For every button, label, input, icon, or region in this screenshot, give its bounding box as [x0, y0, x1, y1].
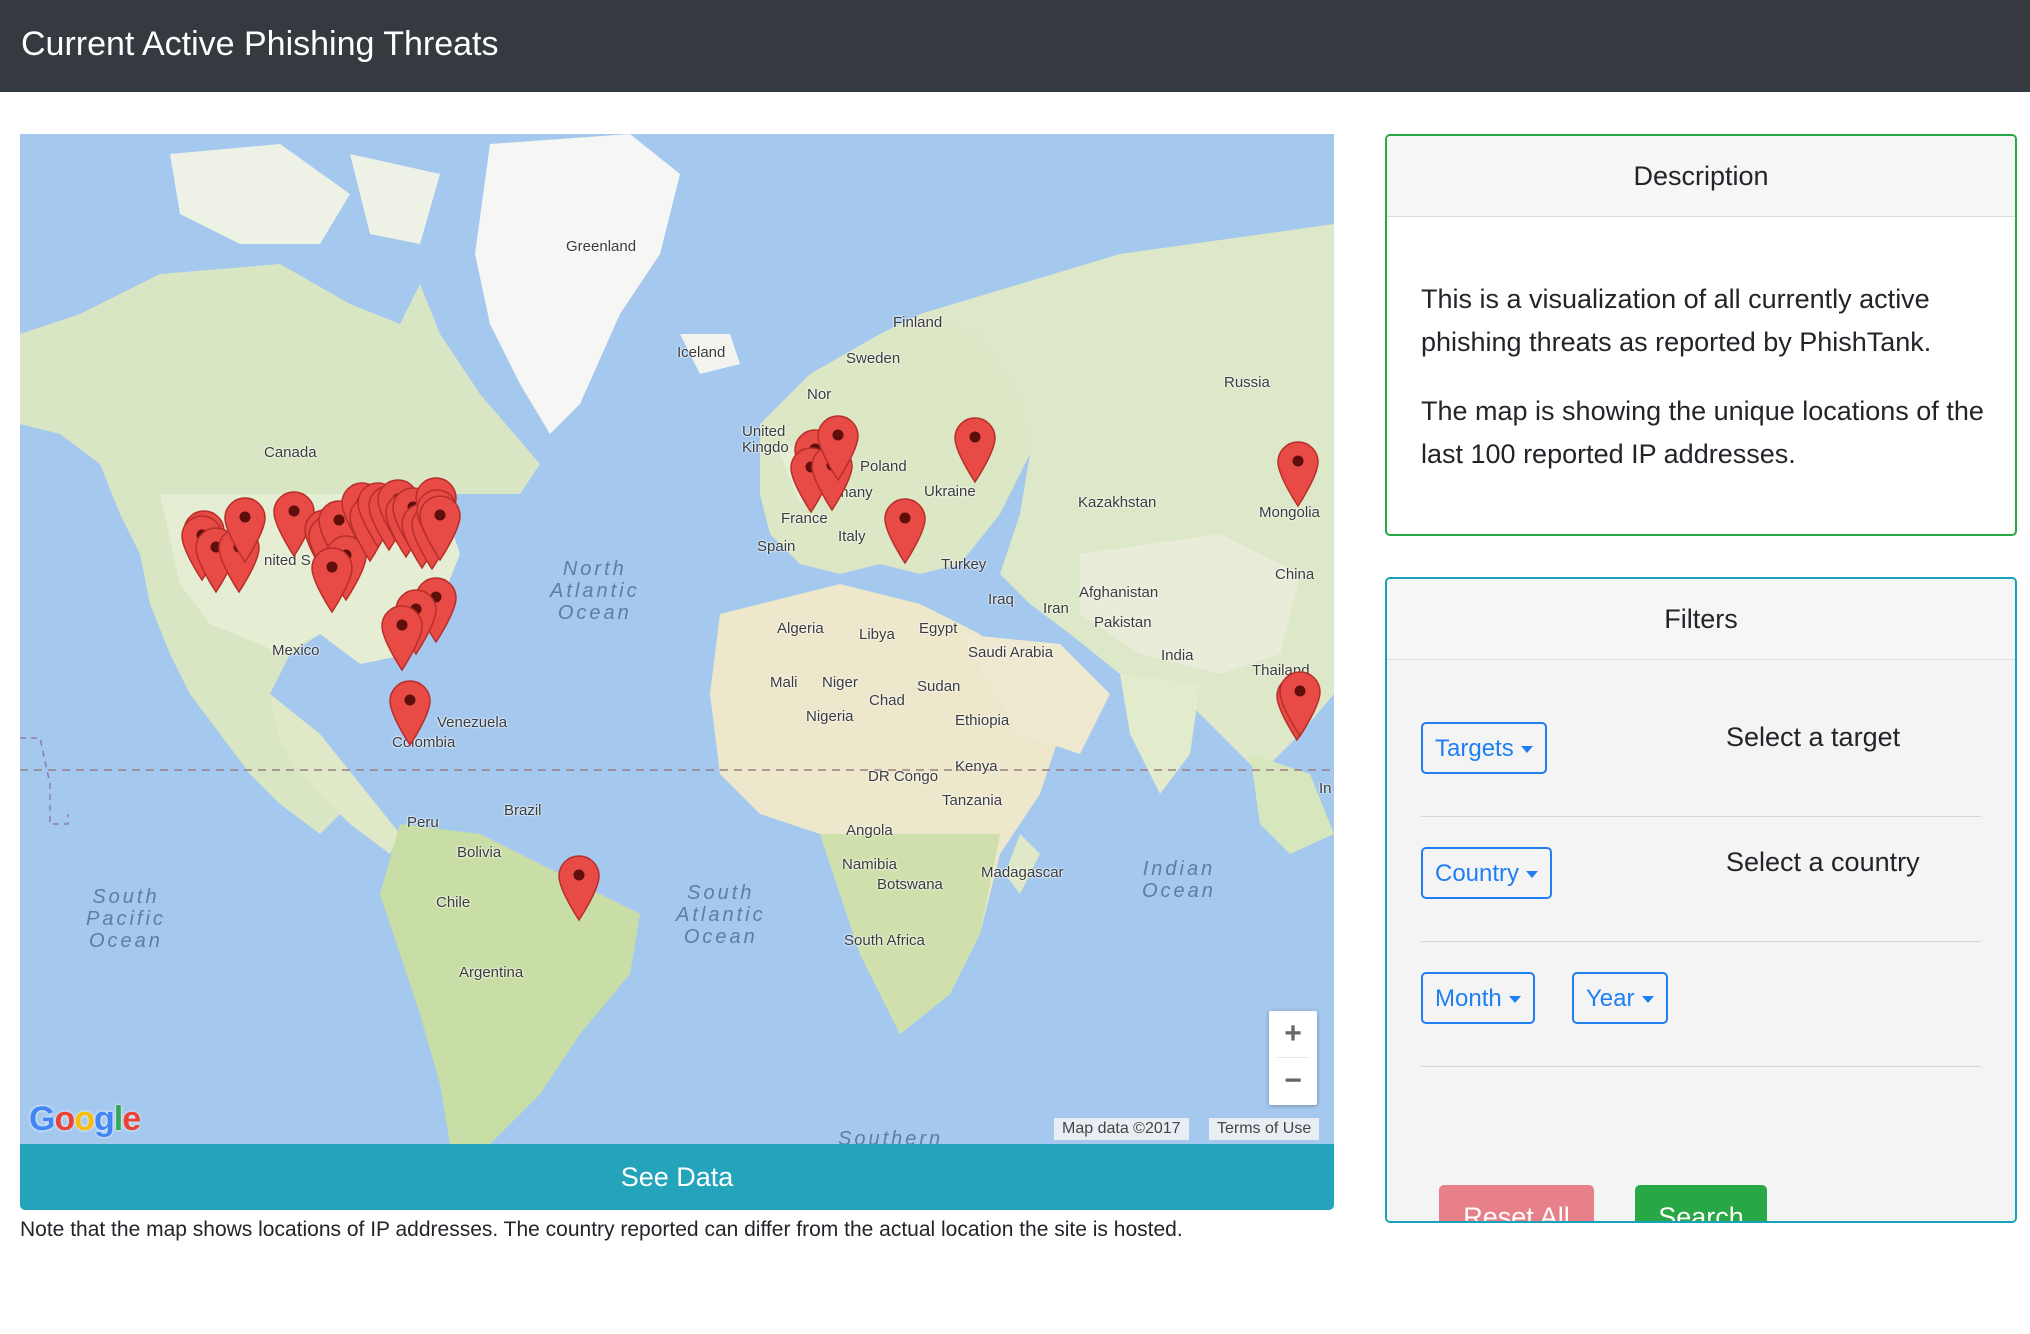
map-pin-icon[interactable]: [884, 498, 926, 565]
country-hint: Select a country: [1726, 847, 1920, 877]
google-logo[interactable]: Google: [29, 1100, 141, 1139]
year-dropdown-label: Year: [1586, 985, 1635, 1012]
map-data-attribution[interactable]: Map data ©2017: [1054, 1118, 1189, 1140]
country-dropdown-label: Country: [1435, 860, 1520, 887]
map-pin-icon[interactable]: [1279, 671, 1321, 738]
zoom-in-button[interactable]: +: [1269, 1011, 1317, 1057]
chevron-down-icon: [1520, 746, 1533, 754]
see-data-button[interactable]: See Data: [20, 1144, 1334, 1210]
chevron-down-icon: [1508, 996, 1521, 1004]
targets-hint: Select a target: [1726, 722, 1901, 752]
description-card: Description This is a visualization of a…: [1385, 134, 2017, 536]
map-pin-icon[interactable]: [311, 547, 353, 614]
map-note: Note that the map shows locations of IP …: [20, 1218, 1183, 1241]
map-markers-layer: [181, 415, 1321, 922]
filter-divider: [1421, 941, 1981, 942]
map-pin-icon[interactable]: [558, 855, 600, 922]
filters-card-title: Filters: [1387, 579, 2015, 660]
filter-divider: [1421, 816, 1981, 817]
map-pin-icon[interactable]: [389, 680, 431, 747]
month-dropdown[interactable]: Month: [1421, 972, 1535, 1024]
page-title[interactable]: Current Active Phishing Threats: [21, 22, 499, 66]
description-paragraph-2: The map is showing the unique locations …: [1421, 396, 1984, 469]
reset-all-button[interactable]: Reset All: [1439, 1185, 1594, 1221]
world-map[interactable]: Greenland Iceland Finland Sweden Nor Rus…: [20, 134, 1334, 1144]
map-pin-icon[interactable]: [1277, 441, 1319, 508]
top-navbar: Current Active Phishing Threats: [0, 0, 2030, 92]
month-dropdown-label: Month: [1435, 985, 1502, 1012]
map-pin-icon[interactable]: [954, 417, 996, 484]
description-body: This is a visualization of all currently…: [1421, 278, 2001, 502]
terms-of-use-link[interactable]: Terms of Use: [1209, 1118, 1320, 1140]
targets-dropdown[interactable]: Targets: [1421, 722, 1547, 774]
description-paragraph-1: This is a visualization of all currently…: [1421, 284, 1932, 357]
filters-card: Filters Targets Select a target Country …: [1385, 577, 2017, 1223]
chevron-down-icon: [1641, 996, 1654, 1004]
description-card-title: Description: [1387, 136, 2015, 217]
year-dropdown[interactable]: Year: [1572, 972, 1668, 1024]
country-dropdown[interactable]: Country: [1421, 847, 1553, 899]
zoom-out-button[interactable]: −: [1269, 1058, 1317, 1104]
zoom-control: + −: [1269, 1011, 1317, 1105]
filters-body: Targets Select a target Country Select a…: [1387, 660, 2015, 1221]
search-button[interactable]: Search: [1635, 1185, 1767, 1221]
map-pin-icon[interactable]: [381, 605, 423, 672]
chevron-down-icon: [1526, 871, 1539, 879]
targets-dropdown-label: Targets: [1435, 735, 1514, 762]
filter-divider: [1421, 1066, 1981, 1067]
